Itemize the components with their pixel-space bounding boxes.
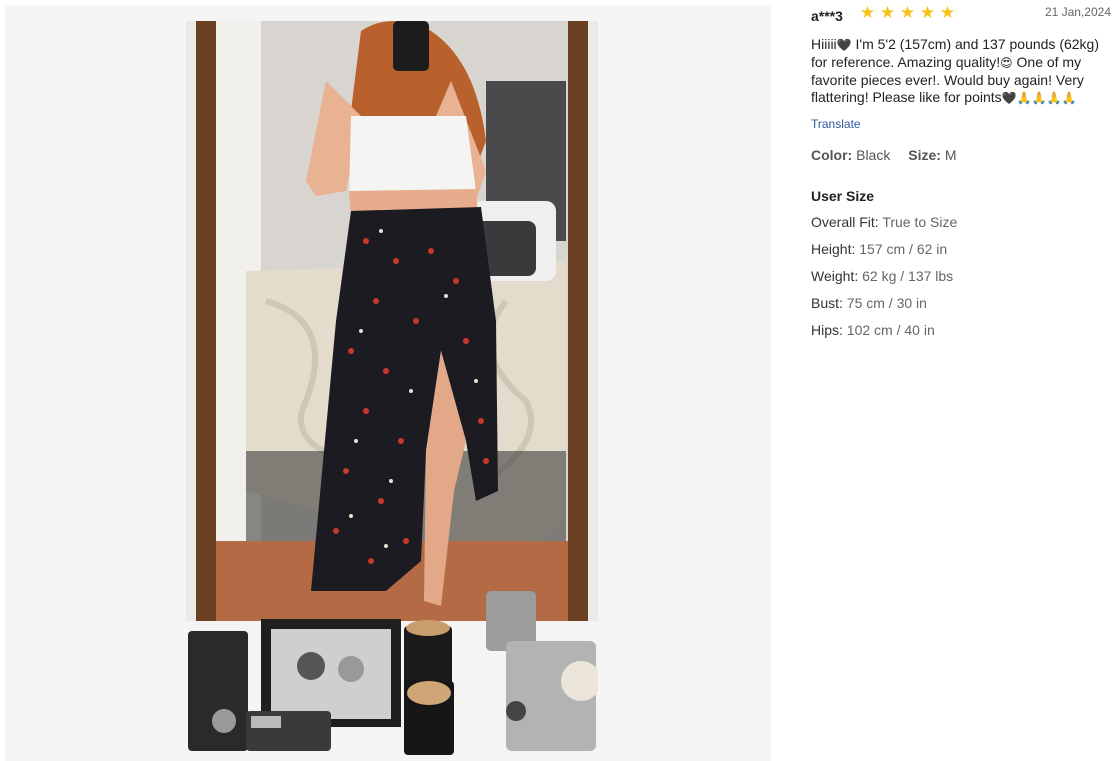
heart-eyes-icon: 😍 [1000, 56, 1013, 70]
star-icon: ★ [939, 3, 956, 22]
size-row-label: Weight: [811, 268, 859, 284]
star-icon: ★ [859, 3, 876, 22]
black-heart-icon: 🖤 [1001, 91, 1017, 105]
praying-hands-icon: 🙏 [1061, 91, 1077, 105]
review-date: 21 Jan,2024 [1044, 5, 1111, 19]
star-icon: ★ [919, 3, 936, 22]
size-value: M [944, 147, 957, 163]
size-label: Size: [908, 147, 941, 163]
star-rating: ★ ★ ★ ★ ★ [859, 4, 956, 21]
reviewer-name: a***3 [811, 8, 843, 24]
size-row-value: 102 cm / 40 in [846, 322, 935, 338]
star-icon: ★ [879, 3, 896, 22]
size-row-value: 157 cm / 62 in [859, 241, 948, 257]
review-photo[interactable] [186, 21, 598, 755]
size-row-value: 62 kg / 137 lbs [862, 268, 954, 284]
user-size-row-hips: Hips: 102 cm / 40 in [811, 322, 1111, 339]
user-size-row-weight: Weight: 62 kg / 137 lbs [811, 268, 1111, 285]
user-size-row-height: Height: 157 cm / 62 in [811, 241, 1111, 258]
review-text: Hiiiii🖤 I'm 5'2 (157cm) and 137 pounds (… [811, 36, 1103, 107]
review-text-part: Hiiiii [811, 36, 837, 52]
praying-hands-icon: 🙏 [1046, 91, 1062, 105]
purchase-attributes: Color: Black Size: M [811, 147, 1111, 163]
user-size-row-fit: Overall Fit: True to Size [811, 214, 1111, 231]
praying-hands-icon: 🙏 [1031, 91, 1047, 105]
translate-link[interactable]: Translate [811, 117, 861, 131]
size-row-value: 75 cm / 30 in [846, 295, 927, 311]
mirror-selfie-image [186, 21, 598, 755]
user-size-row-bust: Bust: 75 cm / 30 in [811, 295, 1111, 312]
review-header: a***3 ★ ★ ★ ★ ★ 21 Jan,2024 [811, 0, 1111, 32]
color-value: Black [856, 147, 891, 163]
review-details: a***3 ★ ★ ★ ★ ★ 21 Jan,2024 Hiiiii🖤 I'm … [811, 0, 1111, 339]
user-size-title: User Size [811, 188, 875, 204]
size-row-label: Hips: [811, 322, 843, 338]
praying-hands-icon: 🙏 [1016, 91, 1032, 105]
size-row-label: Bust: [811, 295, 843, 311]
black-heart-icon: 🖤 [836, 38, 852, 52]
size-row-value: True to Size [882, 214, 958, 230]
size-row-label: Overall Fit: [811, 214, 879, 230]
star-icon: ★ [899, 3, 916, 22]
color-label: Color: [811, 147, 853, 163]
size-row-label: Height: [811, 241, 856, 257]
review-photo-panel [5, 5, 771, 761]
